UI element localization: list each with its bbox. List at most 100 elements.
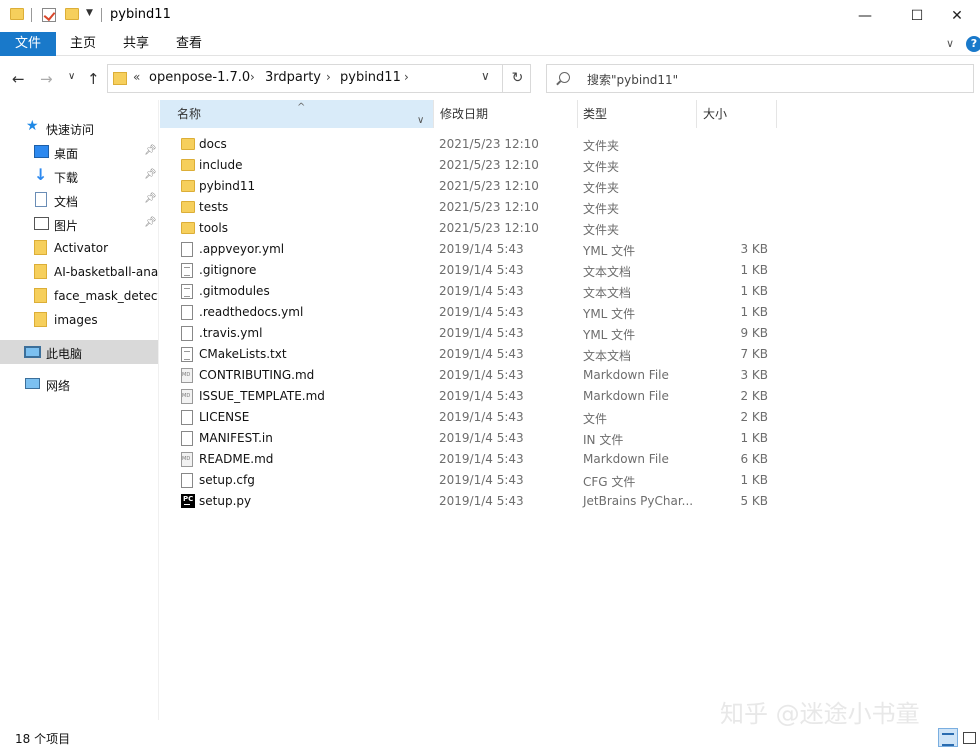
help-icon[interactable]: ? xyxy=(966,36,980,52)
file-size: 6 KB xyxy=(740,452,768,466)
column-header-size[interactable]: 大小 xyxy=(686,100,776,128)
nav-item-desktop[interactable]: 桌面 📌︎ xyxy=(0,140,158,164)
file-name: ISSUE_TEMPLATE.md xyxy=(199,389,325,403)
file-date: 2019/1/4 5:43 xyxy=(439,305,524,319)
computer-icon xyxy=(24,346,41,358)
tab-file[interactable]: 文件 xyxy=(0,32,56,56)
tab-share[interactable]: 共享 xyxy=(113,32,159,56)
file-icon xyxy=(181,410,193,425)
file-row[interactable]: .gitignore 2019/1/4 5:43 文本文档 1 KB xyxy=(160,260,860,281)
file-icon xyxy=(181,242,193,257)
file-date: 2019/1/4 5:43 xyxy=(439,431,524,445)
file-date: 2019/1/4 5:43 xyxy=(439,326,524,340)
file-icon xyxy=(181,305,193,320)
breadcrumb-openpose[interactable]: openpose-1.7.0 xyxy=(149,70,250,85)
nav-item-this-pc[interactable]: 此电脑 xyxy=(0,340,158,364)
folder-icon xyxy=(181,159,195,171)
file-size: 7 KB xyxy=(740,347,768,361)
file-size: 2 KB xyxy=(740,410,768,424)
breadcrumb-3rdparty[interactable]: 3rdparty xyxy=(265,70,321,85)
folder-icon xyxy=(34,312,47,327)
file-row[interactable]: PC setup.py 2019/1/4 5:43 JetBrains PyChar.… xyxy=(160,491,860,512)
nav-item-pictures[interactable]: 图片 📌︎ xyxy=(0,212,158,236)
file-size: 1 KB xyxy=(740,473,768,487)
file-row[interactable]: CONTRIBUTING.md 2019/1/4 5:43 Markdown Fil… xyxy=(160,365,860,386)
file-row[interactable]: MANIFEST.in 2019/1/4 5:43 IN 文件 1 KB xyxy=(160,428,860,449)
file-row[interactable]: README.md 2019/1/4 5:43 Markdown File 6 KB xyxy=(160,449,860,470)
file-row[interactable]: .readthedocs.yml 2019/1/4 5:43 YML 文件 1 KB xyxy=(160,302,860,323)
file-row[interactable]: .appveyor.yml 2019/1/4 5:43 YML 文件 3 KB xyxy=(160,239,860,260)
column-header-date[interactable]: 修改日期 xyxy=(423,100,577,128)
file-row[interactable]: .gitmodules 2019/1/4 5:43 文本文档 1 KB xyxy=(160,281,860,302)
pin-icon[interactable]: 📌︎ xyxy=(144,217,157,228)
file-size: 2 KB xyxy=(740,389,768,403)
download-icon: ↓ xyxy=(34,165,48,184)
markdown-file-icon xyxy=(181,452,193,467)
close-button[interactable]: ✕ xyxy=(934,0,980,32)
nav-label: AI-basketball-ana xyxy=(54,265,158,279)
network-icon xyxy=(25,378,40,389)
breadcrumb-separator[interactable]: › xyxy=(250,70,255,84)
item-count: 18 个项目 xyxy=(15,732,71,746)
nav-item-images[interactable]: images xyxy=(0,308,158,332)
address-dropdown-chevron-icon[interactable]: ∨ xyxy=(481,69,490,83)
nav-label: 桌面 xyxy=(54,147,79,161)
breadcrumb-separator[interactable]: › xyxy=(326,70,331,84)
properties-check-icon[interactable] xyxy=(42,8,56,22)
pin-icon[interactable]: 📌︎ xyxy=(144,145,157,156)
tab-home[interactable]: 主页 xyxy=(60,32,106,56)
column-header-label: 修改日期 xyxy=(440,107,489,121)
file-row[interactable]: tools 2021/5/23 12:10 文件夹 xyxy=(160,218,860,239)
nav-item-ai-basketball[interactable]: AI-basketball-ana xyxy=(0,260,158,284)
nav-quick-access[interactable]: ★ 快速访问 xyxy=(0,116,158,140)
nav-item-network[interactable]: 网络 xyxy=(0,372,158,396)
file-date: 2021/5/23 12:10 xyxy=(439,221,539,235)
folder-icon xyxy=(10,8,24,20)
file-row[interactable]: tests 2021/5/23 12:10 文件夹 xyxy=(160,197,860,218)
file-row[interactable]: ISSUE_TEMPLATE.md 2019/1/4 5:43 Markdown F… xyxy=(160,386,860,407)
nav-item-face-mask[interactable]: face_mask_detecti xyxy=(0,284,158,308)
file-date: 2019/1/4 5:43 xyxy=(439,368,524,382)
column-header-name[interactable]: 名称 ^ ∨ xyxy=(160,100,433,128)
nav-item-documents[interactable]: 文档 📌︎ xyxy=(0,188,158,212)
details-view-icon[interactable] xyxy=(938,728,958,747)
column-header-type[interactable]: 类型 xyxy=(566,100,696,128)
file-row[interactable]: docs 2021/5/23 12:10 文件夹 xyxy=(160,134,860,155)
file-name: tests xyxy=(199,200,229,214)
file-type: YML 文件 xyxy=(583,328,636,342)
file-size: 1 KB xyxy=(740,284,768,298)
refresh-icon[interactable]: ↻ xyxy=(502,65,532,92)
search-input[interactable]: 搜索"pybind11" xyxy=(546,64,974,93)
column-divider[interactable] xyxy=(776,100,777,128)
nav-label: Activator xyxy=(54,241,109,255)
file-date: 2019/1/4 5:43 xyxy=(439,263,524,277)
desktop-icon xyxy=(34,145,49,158)
recent-locations-chevron-icon[interactable]: ∨ xyxy=(68,71,75,82)
file-row[interactable]: .travis.yml 2019/1/4 5:43 YML 文件 9 KB xyxy=(160,323,860,344)
file-row[interactable]: CMakeLists.txt 2019/1/4 5:43 文本文档 7 KB xyxy=(160,344,860,365)
folder-icon xyxy=(181,222,195,234)
expand-ribbon-chevron-icon[interactable]: ∨ xyxy=(946,37,954,50)
pin-icon[interactable]: 📌︎ xyxy=(144,193,157,204)
new-folder-icon[interactable] xyxy=(65,8,79,20)
breadcrumb-overflow[interactable]: « xyxy=(133,70,140,84)
file-row[interactable]: setup.cfg 2019/1/4 5:43 CFG 文件 1 KB xyxy=(160,470,860,491)
file-row[interactable]: LICENSE 2019/1/4 5:43 文件 2 KB xyxy=(160,407,860,428)
file-row[interactable]: include 2021/5/23 12:10 文件夹 xyxy=(160,155,860,176)
up-arrow-icon[interactable]: ↑ xyxy=(87,70,100,88)
pin-icon[interactable]: 📌︎ xyxy=(144,169,157,180)
breadcrumb-separator[interactable]: › xyxy=(404,70,409,84)
minimize-button[interactable]: — xyxy=(842,0,888,32)
address-bar[interactable]: « openpose-1.7.0 › 3rdparty › pybind11 ›… xyxy=(107,64,531,93)
back-arrow-icon[interactable]: ← xyxy=(12,70,25,88)
forward-arrow-icon[interactable]: → xyxy=(40,70,53,88)
file-row[interactable]: pybind11 2021/5/23 12:10 文件夹 xyxy=(160,176,860,197)
tab-view[interactable]: 查看 xyxy=(166,32,212,56)
file-size: 1 KB xyxy=(740,263,768,277)
nav-label: 此电脑 xyxy=(46,347,83,361)
breadcrumb-pybind11[interactable]: pybind11 xyxy=(340,70,401,85)
quick-access-dropdown-icon[interactable]: ▼ xyxy=(86,8,93,18)
large-icons-view-icon[interactable] xyxy=(960,728,978,747)
nav-item-downloads[interactable]: ↓ 下载 📌︎ xyxy=(0,164,158,188)
nav-item-activator[interactable]: Activator xyxy=(0,236,158,260)
